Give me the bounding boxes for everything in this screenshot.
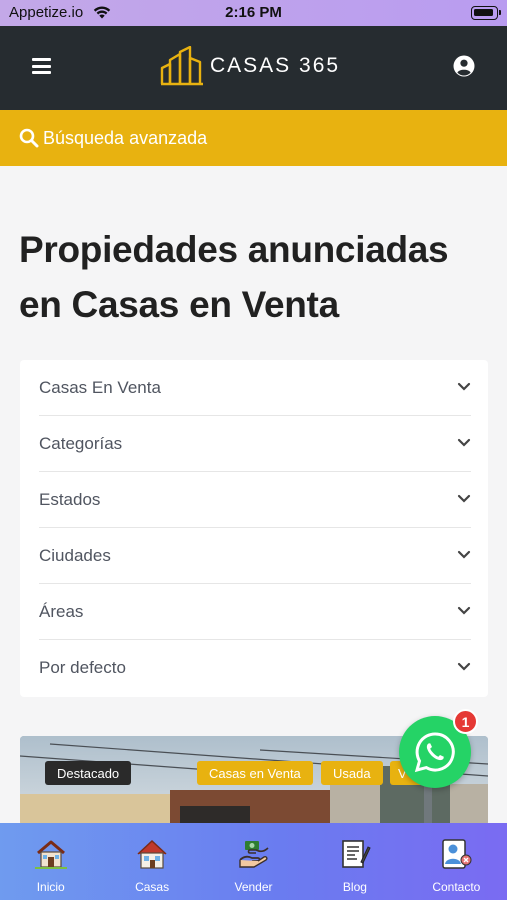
whatsapp-icon (414, 732, 455, 773)
chevron-down-icon (457, 382, 471, 391)
buildings-logo-icon (160, 46, 203, 86)
nav-item-casas[interactable]: Casas (101, 823, 202, 900)
advanced-search-button[interactable]: Búsqueda avanzada (0, 110, 507, 166)
filter-areas-select[interactable]: Áreas (39, 584, 471, 640)
chevron-down-icon (457, 550, 471, 559)
hamburger-menu-icon[interactable] (32, 58, 51, 74)
blog-icon (342, 840, 371, 868)
nav-item-inicio[interactable]: Inicio (0, 823, 101, 900)
search-icon (19, 128, 39, 148)
filter-label: Ciudades (39, 545, 111, 565)
category-badge[interactable]: Casas en Venta (197, 761, 313, 785)
chevron-down-icon (457, 438, 471, 447)
account-icon[interactable] (453, 55, 475, 77)
notification-count-badge: 1 (453, 709, 478, 734)
status-bar: Appetize.io 2:16 PM (0, 0, 507, 26)
filter-label: Casas En Venta (39, 377, 161, 397)
nav-label: Inicio (36, 880, 65, 894)
advanced-search-label: Búsqueda avanzada (43, 127, 208, 148)
nav-label: Casas (135, 880, 170, 894)
condition-badge[interactable]: Usada (321, 761, 383, 785)
page-title: Propiedades anunciadas en Casas en Venta (19, 229, 449, 325)
featured-badge: Destacado (45, 761, 132, 785)
filter-label: Categorías (39, 433, 123, 453)
app-header: CASAS 365 (0, 26, 507, 110)
filter-label: Áreas (39, 601, 84, 621)
battery-icon (471, 6, 501, 20)
sell-icon (238, 841, 269, 868)
filter-states-select[interactable]: Estados (39, 472, 471, 528)
sort-order-select[interactable]: Por defecto (39, 640, 471, 696)
casas-365-logo[interactable]: CASAS 365 (160, 44, 340, 88)
filter-status-select[interactable]: Casas En Venta (39, 360, 471, 416)
nav-item-contacto[interactable]: Contacto (406, 823, 507, 900)
logo-text: CASAS 365 (210, 54, 341, 77)
filter-label: Estados (39, 489, 101, 509)
nav-label: Blog (342, 880, 367, 894)
houses-icon (137, 839, 167, 869)
filters-card: Casas En Venta Categorías Estados Ciudad… (20, 360, 488, 697)
filter-label: Por defecto (39, 658, 126, 677)
status-time: 2:16 PM (225, 4, 282, 21)
chevron-down-icon (457, 606, 471, 615)
home-icon (34, 840, 67, 869)
chevron-down-icon (457, 494, 471, 503)
filter-cities-select[interactable]: Ciudades (39, 528, 471, 584)
nav-item-vender[interactable]: Vender (203, 823, 304, 900)
nav-item-blog[interactable]: Blog (304, 823, 405, 900)
nav-label: Contacto (432, 880, 481, 894)
nav-label: Vender (234, 880, 273, 894)
filter-categories-select[interactable]: Categorías (39, 416, 471, 472)
contact-icon (442, 839, 472, 869)
chevron-down-icon (457, 662, 471, 671)
bottom-navigation: Inicio Casas Vender Blog Contacto (0, 823, 507, 900)
